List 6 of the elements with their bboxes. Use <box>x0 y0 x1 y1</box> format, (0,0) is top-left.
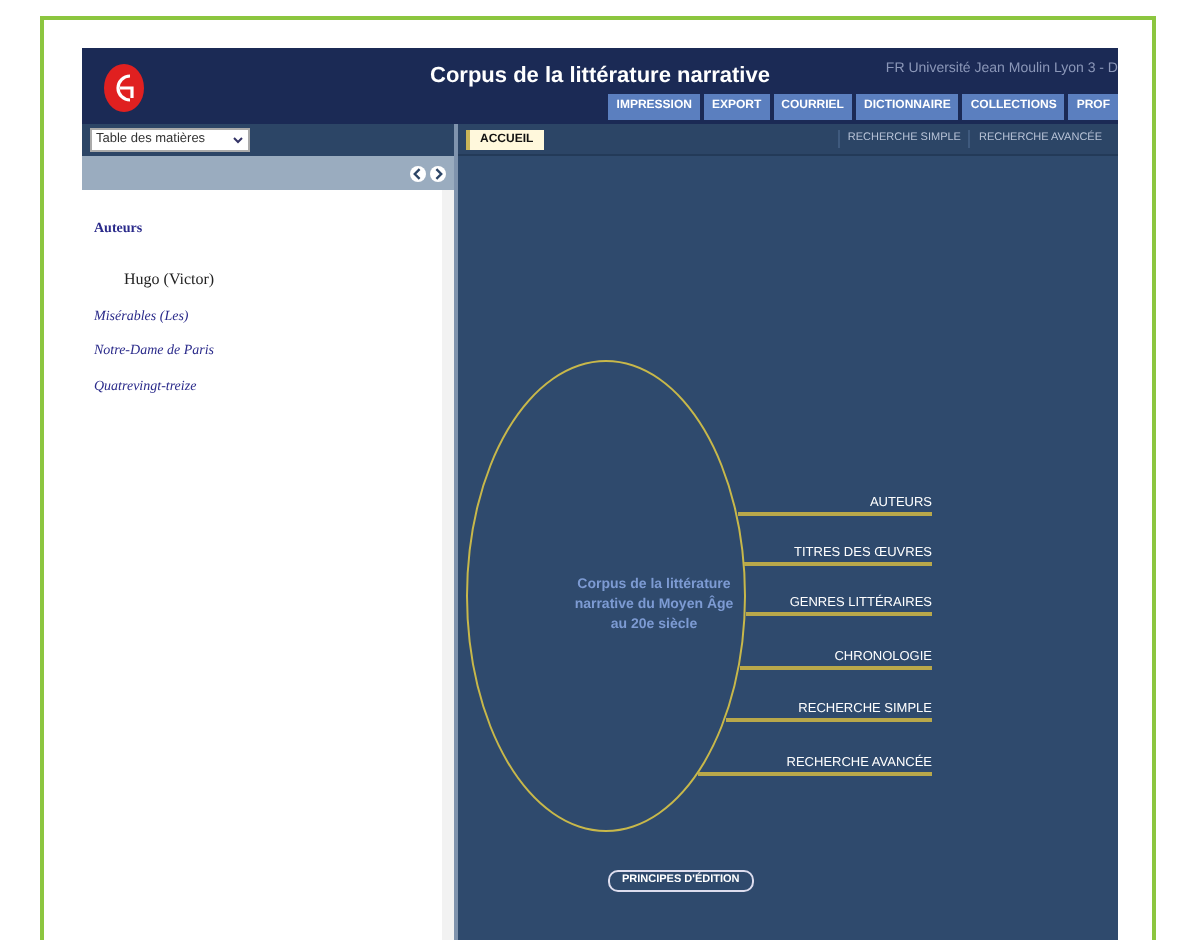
site-title: Corpus de la littérature narrative <box>430 62 770 92</box>
dropdown-caret-icon[interactable] <box>232 134 244 146</box>
author-entry[interactable]: Hugo (Victor) <box>124 267 442 291</box>
next-arrow-icon[interactable] <box>430 165 446 181</box>
logo-icon <box>102 62 146 114</box>
previous-arrow-icon[interactable] <box>410 165 426 181</box>
